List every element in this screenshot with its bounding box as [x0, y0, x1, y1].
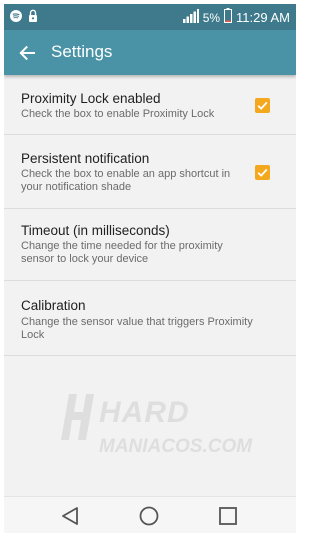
setting-calibration[interactable]: Calibration Change the sensor value that…: [4, 281, 296, 356]
watermark-line2: MANIACOS.COM: [99, 436, 253, 457]
watermark-line1: HARD: [99, 396, 190, 429]
setting-title: Timeout (in milliseconds): [21, 223, 170, 238]
navigation-bar: [4, 496, 296, 533]
home-circle-icon: [139, 506, 159, 526]
setting-timeout[interactable]: Timeout (in milliseconds) Change the tim…: [4, 209, 296, 281]
nav-home-button[interactable]: [138, 505, 160, 527]
setting-title: Persistent notification: [21, 151, 150, 166]
checkmark-icon: [257, 168, 268, 177]
setting-title: Proximity Lock enabled: [21, 91, 161, 106]
setting-summary: Check the box to enable an app shortcut …: [21, 168, 231, 193]
status-bar: 5% 11:29 AM: [4, 4, 296, 30]
setting-summary: Change the sensor value that triggers Pr…: [21, 316, 253, 341]
setting-summary: Check the box to enable Proximity Lock: [21, 108, 215, 120]
battery-icon: [224, 8, 233, 28]
back-triangle-icon: [62, 507, 78, 525]
battery-percent: 5%: [202, 11, 221, 25]
setting-summary: Change the time needed for the proximity…: [21, 240, 223, 265]
watermark-logo: HARD MANIACOS.COM: [59, 392, 253, 477]
app-bar: Settings: [4, 30, 296, 75]
lock-icon: [28, 9, 38, 27]
nav-recents-button[interactable]: [217, 505, 239, 527]
arrow-back-icon: [19, 46, 35, 60]
nav-back-button[interactable]: [59, 505, 81, 527]
page-title: Settings: [51, 42, 113, 61]
setting-persistent-notification[interactable]: Persistent notification Check the box to…: [4, 135, 296, 209]
clock-time: 11:29 AM: [236, 10, 290, 25]
recents-square-icon: [219, 507, 237, 525]
signal-icon: [182, 8, 199, 28]
setting-proximity-lock[interactable]: Proximity Lock enabled Check the box to …: [4, 75, 296, 135]
persistent-notification-checkbox[interactable]: [255, 165, 270, 180]
spotify-icon: [10, 9, 22, 27]
checkmark-icon: [257, 101, 268, 110]
setting-title: Calibration: [21, 298, 86, 313]
settings-list: Proximity Lock enabled Check the box to …: [4, 75, 296, 356]
back-button[interactable]: [14, 40, 40, 66]
proximity-lock-checkbox[interactable]: [255, 98, 270, 113]
phone-screen: 5% 11:29 AM Settings Proximity Lock enab…: [4, 4, 296, 533]
